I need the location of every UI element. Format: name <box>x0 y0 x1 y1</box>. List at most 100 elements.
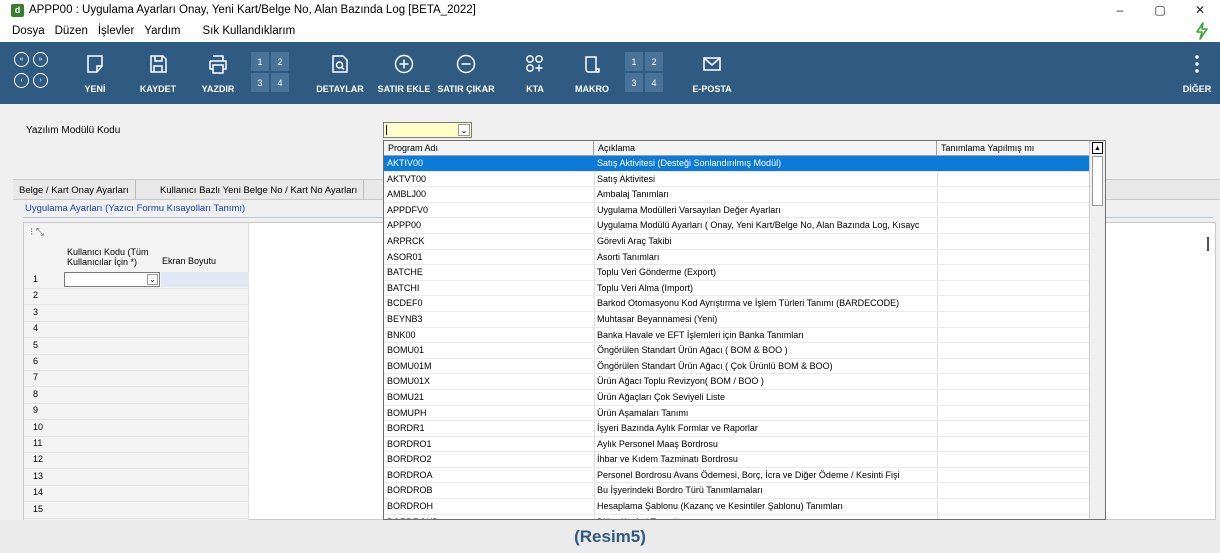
dropdown-row[interactable]: ARPRCK Görevli Araç Takibi <box>384 234 1091 250</box>
menu-duzen[interactable]: Düzen <box>55 25 88 37</box>
scroll-thumb[interactable] <box>1092 156 1103 206</box>
dd-header-defined[interactable]: Tanımlama Yapılmış mı <box>937 141 1091 156</box>
last-record-icon[interactable]: » <box>33 52 48 67</box>
new-button[interactable]: YENİ <box>78 42 112 104</box>
kta-button[interactable]: KTA <box>520 42 550 104</box>
grid-corner-icon[interactable]: ⁝ ⤡ <box>30 227 44 238</box>
grid-scrollbar[interactable] <box>1207 237 1209 251</box>
row-separator <box>24 484 249 486</box>
save-button[interactable]: KAYDET <box>138 42 178 104</box>
print-slot-4[interactable]: 4 <box>271 73 289 92</box>
next-record-icon[interactable]: › <box>33 73 48 88</box>
dropdown-row[interactable]: AKTVT00 Satış Aktivitesi <box>384 172 1091 188</box>
image-caption: (Resim5) <box>574 527 646 546</box>
macro-slot-4[interactable]: 4 <box>645 73 663 92</box>
dropdown-row[interactable]: ASOR01 Asorti Tanımları <box>384 250 1091 266</box>
more-label: DİĞER <box>1182 84 1212 94</box>
chevron-down-icon[interactable]: ⌄ <box>458 124 470 136</box>
row-number[interactable]: 11 <box>24 438 64 448</box>
details-icon <box>332 55 348 73</box>
dropdown-row[interactable]: BOMU01M Öngörülen Standart Ürün Ağacı ( Ç… <box>384 359 1091 375</box>
macro-button[interactable]: MAKRO <box>572 42 612 104</box>
row-number[interactable]: 6 <box>24 356 64 366</box>
sub-tab-app-settings[interactable]: Uygulama Ayarları (Yazıcı Formu Kısayoll… <box>25 203 245 214</box>
row-number[interactable]: 14 <box>24 487 64 497</box>
maximize-button[interactable]: ▢ <box>1140 0 1180 20</box>
dd-description: Barkod Otomasyonu Kod Ayrıştırma ve İşle… <box>597 298 900 309</box>
dd-header-description[interactable]: Açıklama <box>594 141 937 156</box>
user-code-cell-input[interactable]: ⌄ <box>64 272 160 287</box>
row-number[interactable]: 2 <box>24 290 64 300</box>
details-button[interactable]: DETAYLAR <box>314 42 366 104</box>
chevron-down-icon[interactable]: ⌄ <box>147 274 158 285</box>
remove-row-label: SATIR ÇIKAR <box>437 84 495 94</box>
dropdown-row[interactable]: APPP00 Uygulama Modülü Ayarları ( Onay, Y… <box>384 218 1091 234</box>
close-button[interactable]: ✕ <box>1180 0 1220 20</box>
dropdown-row[interactable]: BOMUPH Ürün Aşamaları Tanımı <box>384 406 1091 422</box>
dropdown-row[interactable]: BATCHE Toplu Veri Gönderme (Export) <box>384 265 1091 281</box>
dd-description: Satış Aktivitesi (Desteği Sonlandırılmış… <box>597 158 782 168</box>
row-number[interactable]: 4 <box>24 323 64 333</box>
lightning-icon[interactable] <box>1192 21 1212 41</box>
print-button[interactable]: YAZDIR <box>198 42 238 104</box>
row-number[interactable]: 9 <box>24 405 64 415</box>
row-number[interactable]: 5 <box>24 340 64 350</box>
dropdown-row[interactable]: BNK00 Banka Havale ve EFT İşlemleri için … <box>384 328 1091 344</box>
row-number[interactable]: 13 <box>24 471 64 481</box>
dropdown-row[interactable]: BOMU21 Ürün Ağaçları Çok Seviyeli Liste <box>384 390 1091 406</box>
dropdown-row[interactable]: BEYNB3 Muhtasar Beyannamesi (Yeni) <box>384 312 1091 328</box>
print-slot-3[interactable]: 3 <box>251 73 269 92</box>
tab-approval-settings[interactable]: Belge / Kart Onay Ayarları <box>13 180 136 200</box>
dropdown-row[interactable]: APPDFV0 Uygulama Modülleri Varsayılan Değ… <box>384 203 1091 219</box>
dropdown-row[interactable]: BORDROH Hesaplama Şablonu (Kazanç ve Kesi… <box>384 499 1091 515</box>
dropdown-row[interactable]: BORDR1 İşyeri Bazında Aylık Formlar ve Ra… <box>384 421 1091 437</box>
scroll-up-icon[interactable]: ▲ <box>1092 142 1103 154</box>
dropdown-row[interactable]: AKTIV00 Satış Aktivitesi (Desteği Sonland… <box>384 156 1091 172</box>
row-number[interactable]: 8 <box>24 389 64 399</box>
print-slot-2[interactable]: 2 <box>271 52 289 71</box>
dropdown-row[interactable]: BOMU01 Öngörülen Standart Ürün Ağacı ( BO… <box>384 343 1091 359</box>
remove-row-button[interactable]: SATIR ÇIKAR <box>436 42 496 104</box>
dropdown-row[interactable]: BORDRO2 İhbar ve Kıdem Tazminatı Bordrosu <box>384 452 1091 468</box>
row-number[interactable]: 10 <box>24 422 64 432</box>
dropdown-row[interactable]: BORDROA Personel Bordrosu Avans Ödemesi, … <box>384 468 1091 484</box>
minimize-button[interactable]: – <box>1100 0 1140 20</box>
menu-dosya[interactable]: Dosya <box>12 25 45 37</box>
row-number[interactable]: 3 <box>24 307 64 317</box>
dd-description: Ürün Aşamaları Tanımı <box>597 407 689 418</box>
dd-header-program-name[interactable]: Program Adı <box>384 141 594 156</box>
tab-user-doc-number[interactable]: Kullanıcı Bazlı Yeni Belge No / Kart No … <box>154 180 365 200</box>
dd-program-name: BOMU21 <box>387 391 425 402</box>
app-window: d APPP00 : Uygulama Ayarları Onay, Yeni … <box>0 0 1220 553</box>
more-button[interactable]: DİĞER <box>1180 42 1214 104</box>
macro-slot-3[interactable]: 3 <box>625 73 643 92</box>
dropdown-scrollbar[interactable]: ▲ <box>1089 141 1105 519</box>
menu-favorites[interactable]: Sık Kullandıklarım <box>203 25 296 37</box>
col-header-user-code[interactable]: Kullanıcı Kodu (Tüm Kullanıcılar İçin *) <box>67 247 162 267</box>
prev-record-icon[interactable]: ‹ <box>14 73 29 88</box>
first-record-icon[interactable]: « <box>14 52 29 67</box>
dropdown-row[interactable]: BCDEF0 Barkod Otomasyonu Kod Ayrıştırma v… <box>384 296 1091 312</box>
row-number[interactable]: 1 <box>24 274 64 284</box>
row-separator <box>24 402 249 404</box>
macro-slot-1[interactable]: 1 <box>625 52 643 71</box>
dropdown-row[interactable]: AMBLJ00 Ambalaj Tanımları <box>384 187 1091 203</box>
module-code-combo[interactable]: ⌄ <box>383 122 472 138</box>
col-header-screen-size[interactable]: Ekran Boyutu <box>162 256 216 266</box>
menu-islevler[interactable]: İşlevler <box>98 25 134 37</box>
print-slot-1[interactable]: 1 <box>251 52 269 71</box>
row-number[interactable]: 7 <box>24 372 64 382</box>
row-number[interactable]: 15 <box>24 504 64 514</box>
dropdown-row[interactable]: BOMU01X Ürün Ağacı Toplu Revizyon( BOM / … <box>384 374 1091 390</box>
dropdown-row[interactable]: BORDRO1 Aylık Personel Maaş Bordrosu <box>384 437 1091 453</box>
dropdown-row[interactable]: BORDROB Bu İşyerindeki Bordro Türü Tanıml… <box>384 483 1091 500</box>
screen-size-cell[interactable] <box>161 272 249 287</box>
menu-yardim[interactable]: Yardım <box>144 25 180 37</box>
dd-description: İşyeri Bazında Aylık Formlar ve Raporlar <box>597 423 758 434</box>
add-row-button[interactable]: SATIR EKLE <box>374 42 434 104</box>
dropdown-row[interactable]: BATCHI Toplu Veri Alma (Import) <box>384 281 1091 297</box>
row-number[interactable]: 12 <box>24 454 64 464</box>
program-dropdown-list[interactable]: Program Adı Açıklama Tanımlama Yapılmış … <box>383 140 1106 520</box>
email-button[interactable]: E-POSTA <box>690 42 734 104</box>
macro-slot-2[interactable]: 2 <box>645 52 663 71</box>
